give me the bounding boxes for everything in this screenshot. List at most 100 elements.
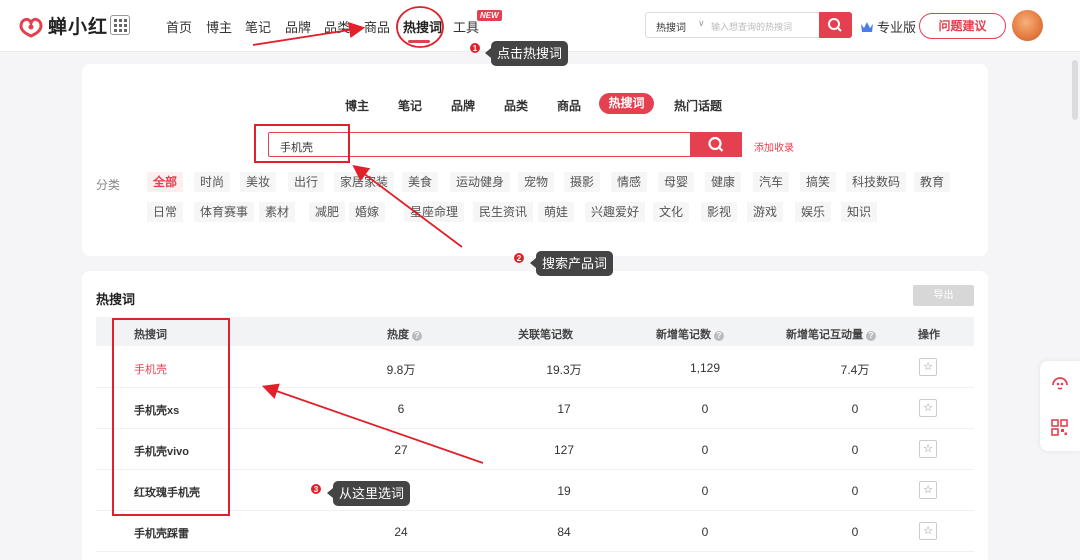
new-badge: NEW <box>477 10 502 21</box>
category-chip[interactable]: 母婴 <box>658 172 695 192</box>
nav-tools[interactable]: 工具 <box>453 17 479 36</box>
col-interactions[interactable]: 新增笔记互动量? <box>786 326 876 342</box>
nav-active-indicator <box>408 40 430 43</box>
pro-version-link[interactable]: 专业版 <box>860 17 916 36</box>
col-actions: 操作 <box>918 329 940 341</box>
customer-service-icon[interactable] <box>1050 374 1070 392</box>
star-icon[interactable]: ☆ <box>919 399 937 417</box>
scrollbar[interactable] <box>1072 60 1078 120</box>
search-icon <box>828 18 842 32</box>
tab-categories[interactable]: 品类 <box>504 97 528 114</box>
add-collection-link[interactable]: 添加收录 <box>754 139 794 154</box>
category-chip[interactable]: 减肥 <box>309 202 346 222</box>
category-chip[interactable]: 萌娃 <box>538 202 575 222</box>
avatar[interactable] <box>1012 10 1043 41</box>
category-chip[interactable]: 游戏 <box>747 202 784 222</box>
category-chip[interactable]: 体育赛事 <box>194 202 255 222</box>
category-chip[interactable]: 素材 <box>259 202 296 222</box>
table-title: 热搜词 <box>96 292 136 307</box>
category-chip[interactable]: 情感 <box>611 172 648 192</box>
category-chip[interactable]: 知识 <box>841 202 878 222</box>
category-chip[interactable]: 全部 <box>147 172 184 192</box>
nav-bloggers[interactable]: 博主 <box>206 17 232 36</box>
category-chip[interactable]: 文化 <box>653 202 690 222</box>
nav-brands[interactable]: 品牌 <box>285 17 311 36</box>
category-chip[interactable]: 美妆 <box>240 172 277 192</box>
export-button[interactable]: 导出 <box>913 285 974 306</box>
star-icon[interactable]: ☆ <box>919 440 937 458</box>
col-heat[interactable]: 热度? <box>387 326 422 342</box>
heat-cell: 24 <box>394 525 408 539</box>
feedback-button[interactable]: 问题建议 <box>919 13 1006 39</box>
logo[interactable]: 蝉小红 <box>18 12 108 39</box>
floating-toolbar <box>1040 361 1080 451</box>
category-chip[interactable]: 娱乐 <box>795 202 832 222</box>
nav-products[interactable]: 商品 <box>364 17 390 36</box>
col-interactions-label: 新增笔记互动量 <box>786 329 863 341</box>
col-new-notes[interactable]: 新增笔记数? <box>656 326 724 342</box>
global-search-button[interactable] <box>819 12 852 38</box>
new-notes-cell: 0 <box>701 484 709 498</box>
category-chip[interactable]: 科技数码 <box>846 172 907 192</box>
crown-icon <box>861 21 873 32</box>
keyword-cell[interactable]: 手机壳踩雷 <box>134 525 189 541</box>
apps-grid-icon[interactable] <box>110 15 130 35</box>
category-chip[interactable]: 出行 <box>288 172 325 192</box>
category-chip[interactable]: 健康 <box>705 172 742 192</box>
app-name: 蝉小红 <box>48 17 109 38</box>
related-notes-cell: 19.3万 <box>546 363 582 377</box>
qr-code-icon[interactable] <box>1051 419 1068 436</box>
category-chip[interactable]: 星座命理 <box>404 202 465 222</box>
star-icon[interactable]: ☆ <box>919 358 937 376</box>
tab-notes[interactable]: 笔记 <box>398 97 422 114</box>
help-icon[interactable]: ? <box>714 331 724 341</box>
chevron-down-icon[interactable]: ∨ <box>698 18 705 29</box>
interactions-cell: 0 <box>851 484 859 498</box>
category-chip[interactable]: 运动健身 <box>450 172 511 192</box>
interactions-cell: 0 <box>851 443 859 457</box>
category-chip[interactable]: 日常 <box>147 202 184 222</box>
heat-cell: 9.8万 <box>386 363 416 377</box>
col-related-notes[interactable]: 关联笔记数 <box>518 326 573 342</box>
category-chip[interactable]: 婚嫁 <box>349 202 386 222</box>
category-chip[interactable]: 摄影 <box>564 172 601 192</box>
global-search: 热搜词 ∨ 输入想查询的热搜词 <box>645 12 852 38</box>
category-chip[interactable]: 教育 <box>914 172 951 192</box>
category-chip[interactable]: 时尚 <box>194 172 231 192</box>
tab-products[interactable]: 商品 <box>557 97 581 114</box>
category-chip[interactable]: 汽车 <box>753 172 790 192</box>
col-new-notes-label: 新增笔记数 <box>656 329 711 341</box>
new-notes-cell: 0 <box>701 443 709 457</box>
tab-hot-topics[interactable]: 热门话题 <box>674 97 722 114</box>
nav-notes[interactable]: 笔记 <box>245 17 271 36</box>
tab-hot-search[interactable]: 热搜词 <box>599 93 654 114</box>
related-notes-cell: 17 <box>557 402 571 416</box>
step-2-marker: 2 <box>513 252 525 264</box>
tab-bloggers[interactable]: 博主 <box>345 97 369 114</box>
help-icon[interactable]: ? <box>866 331 876 341</box>
step-1-marker: 1 <box>469 42 481 54</box>
tab-brands[interactable]: 品牌 <box>451 97 475 114</box>
nav-home[interactable]: 首页 <box>166 17 192 36</box>
step-1-tooltip: 点击热搜词 <box>484 41 569 66</box>
category-chip[interactable]: 影视 <box>701 202 738 222</box>
nav-hot-search[interactable]: 热搜词 <box>403 17 442 36</box>
search-type-select[interactable]: 热搜词 <box>656 19 686 34</box>
category-chip[interactable]: 宠物 <box>518 172 555 192</box>
category-chip[interactable]: 美食 <box>402 172 439 192</box>
star-icon[interactable]: ☆ <box>919 481 937 499</box>
related-notes-cell: 127 <box>553 443 575 457</box>
heat-cell: 27 <box>394 443 408 457</box>
category-chip[interactable]: 家居家装 <box>334 172 395 192</box>
new-notes-cell: 0 <box>701 402 709 416</box>
category-chip[interactable]: 民生资讯 <box>473 202 534 222</box>
help-icon[interactable]: ? <box>412 331 422 341</box>
star-icon[interactable]: ☆ <box>919 522 937 540</box>
step-3-marker: 3 <box>310 483 322 495</box>
global-search-input[interactable]: 输入想查询的热搜词 <box>711 20 821 33</box>
keyword-search-button[interactable] <box>690 132 742 157</box>
nav-categories[interactable]: 品类 <box>324 17 350 36</box>
category-chip[interactable]: 搞笑 <box>800 172 837 192</box>
pro-label: 专业版 <box>877 20 917 35</box>
category-chip[interactable]: 兴趣爱好 <box>585 202 646 222</box>
